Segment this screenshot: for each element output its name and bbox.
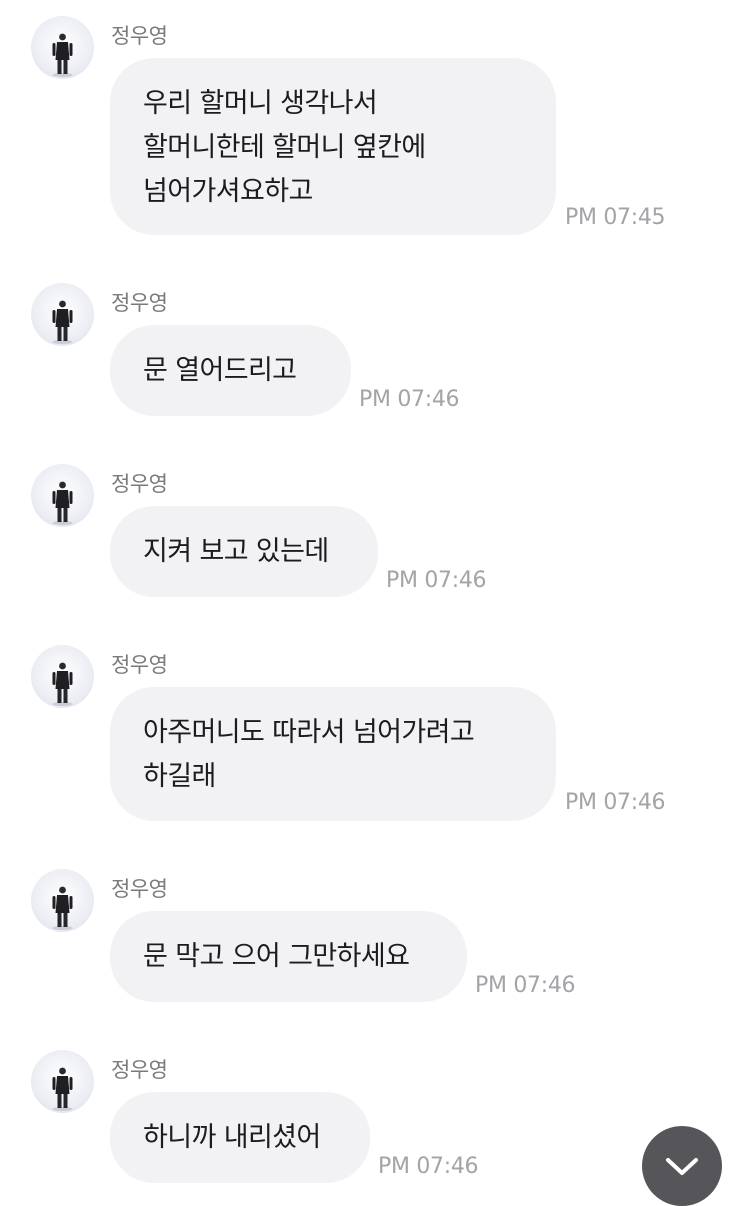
timestamp: PM 07:46 xyxy=(565,790,666,815)
sender-name: 정우영 xyxy=(111,877,168,901)
avatar[interactable] xyxy=(31,645,94,708)
avatar[interactable] xyxy=(31,464,94,527)
message-bubble[interactable]: 지켜 보고 있는데 xyxy=(110,506,378,597)
person-figure-icon xyxy=(52,886,73,930)
sender-name: 정우영 xyxy=(111,24,168,48)
person-figure-icon xyxy=(52,662,73,706)
avatar[interactable] xyxy=(31,869,94,932)
message-line: 우리 할머니 생각나서 xyxy=(143,88,378,119)
avatar[interactable] xyxy=(31,16,94,79)
message-line: 하길래 xyxy=(143,761,216,792)
person-figure-icon xyxy=(52,33,73,77)
avatar[interactable] xyxy=(31,283,94,346)
message-bubble[interactable]: 문 열어드리고 xyxy=(110,325,351,416)
message-line: 할머니한테 할머니 옆칸에 xyxy=(143,132,426,163)
timestamp: PM 07:46 xyxy=(359,387,460,412)
person-figure-icon xyxy=(52,481,73,525)
timestamp: PM 07:46 xyxy=(386,568,487,593)
message-line: 하니까 내리셨어 xyxy=(143,1122,321,1153)
message-line: 아주머니도 따라서 넘어가려고 xyxy=(143,717,475,748)
scroll-to-bottom-button[interactable] xyxy=(642,1126,722,1206)
sender-name: 정우영 xyxy=(111,472,168,496)
timestamp: PM 07:46 xyxy=(378,1154,479,1179)
timestamp: PM 07:46 xyxy=(475,973,576,998)
message-bubble[interactable]: 우리 할머니 생각나서 할머니한테 할머니 옆칸에 넘어가셔요하고 xyxy=(110,58,556,235)
message-line: 넘어가셔요하고 xyxy=(143,176,313,207)
sender-name: 정우영 xyxy=(111,1058,168,1082)
message-bubble[interactable]: 하니까 내리셨어 xyxy=(110,1092,370,1183)
chevron-down-icon xyxy=(666,1158,698,1175)
person-figure-icon xyxy=(52,300,73,344)
sender-name: 정우영 xyxy=(111,653,168,677)
message-line: 문 막고 으어 그만하세요 xyxy=(143,941,410,972)
avatar[interactable] xyxy=(31,1050,94,1113)
sender-name: 정우영 xyxy=(111,291,168,315)
message-line: 문 열어드리고 xyxy=(143,355,297,386)
message-line: 지켜 보고 있는데 xyxy=(143,536,329,567)
message-bubble[interactable]: 아주머니도 따라서 넘어가려고 하길래 xyxy=(110,687,556,821)
message-bubble[interactable]: 문 막고 으어 그만하세요 xyxy=(110,911,467,1002)
person-figure-icon xyxy=(52,1067,73,1111)
timestamp: PM 07:45 xyxy=(565,205,666,230)
